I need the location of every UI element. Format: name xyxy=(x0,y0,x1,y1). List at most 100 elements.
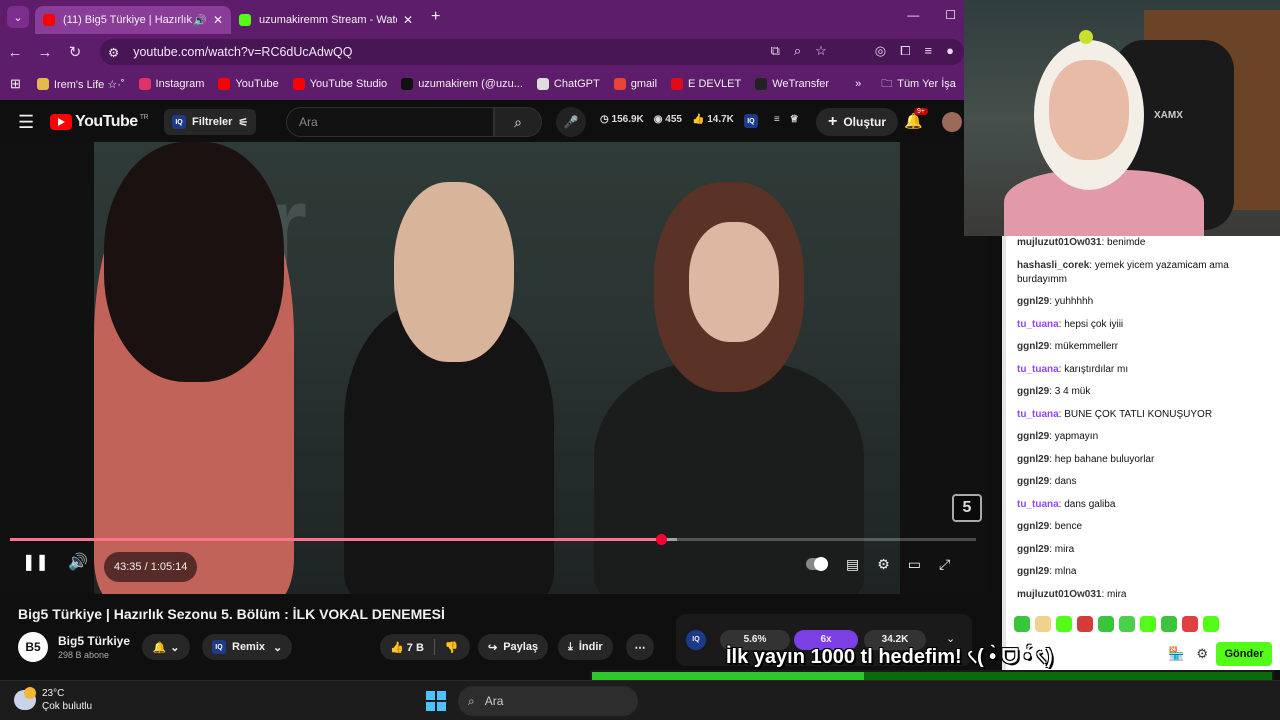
search-input[interactable]: Ara xyxy=(286,107,494,137)
subscription-bell-button[interactable]: 🔔 ⌄ xyxy=(142,634,190,660)
extensions-icon[interactable]: ⧠ xyxy=(900,43,910,59)
profile-icon[interactable]: ● xyxy=(946,43,954,59)
pause-icon[interactable]: ❚❚ xyxy=(22,552,49,572)
like-button[interactable]: 👍 7 B xyxy=(390,641,424,654)
store-icon[interactable]: 🏪 xyxy=(1168,646,1184,662)
list-icon[interactable]: ≡ xyxy=(774,114,780,128)
taskbar-search[interactable]: ⌕ Ara xyxy=(458,686,638,716)
chat-username[interactable]: ggnl29 xyxy=(1017,431,1049,442)
tab-youtube[interactable]: (11) Big5 Türkiye | Hazırlık S 🔊 ✕ xyxy=(35,6,231,34)
search-icon[interactable]: ⌕ xyxy=(494,107,542,137)
bookmark-star-icon[interactable]: ☆ xyxy=(815,43,827,59)
iq-icon[interactable]: IQ xyxy=(686,630,706,650)
tab-kick[interactable]: uzumakiremm Stream - Watch L ✕ xyxy=(231,6,421,34)
menu-icon[interactable]: ☰ xyxy=(18,112,34,133)
dislike-icon[interactable]: 👎 xyxy=(445,641,459,654)
theater-mode-icon[interactable]: ▭ xyxy=(908,556,921,573)
bookmark-item[interactable]: WeTransfer xyxy=(755,78,829,90)
minimize-icon[interactable]: — xyxy=(907,8,919,22)
new-tab-icon[interactable]: + xyxy=(431,8,440,26)
bookmark-item[interactable]: YouTube Studio xyxy=(292,78,387,90)
chat-username[interactable]: hashasli_corek xyxy=(1017,260,1089,271)
bookmark-item[interactable]: uzumakirem (@uzu... xyxy=(401,78,523,90)
back-icon[interactable]: ← xyxy=(0,44,30,61)
chat-username[interactable]: ggnl29 xyxy=(1017,544,1049,555)
notifications-icon[interactable]: 🔔 9+ xyxy=(904,108,928,130)
chat-username[interactable]: mujluzut01Ow031 xyxy=(1017,237,1101,248)
all-bookmarks[interactable]: 🗀 Tüm Yer İşa xyxy=(881,75,956,94)
close-tab-icon[interactable]: ✕ xyxy=(213,13,223,27)
more-actions-icon[interactable]: ⋯ xyxy=(626,634,654,660)
filters-button[interactable]: IQ Filtreler ⚟ xyxy=(164,109,257,135)
trophy-icon[interactable]: ♕ xyxy=(790,114,799,128)
chat-message: ggnl29: 3 4 mük xyxy=(1017,386,1091,397)
close-tab-icon[interactable]: ✕ xyxy=(403,13,413,27)
youtube-header: ☰ YouTube TR IQ Filtreler ⚟ Ara ⌕ 🎤 ◷ 15… xyxy=(0,100,964,144)
windows-start-icon[interactable] xyxy=(426,691,446,711)
emote-icon[interactable] xyxy=(1119,616,1135,632)
chat-username[interactable]: mujluzut01Ow031 xyxy=(1017,589,1101,600)
channel-avatar[interactable]: B5 xyxy=(18,632,48,662)
autoplay-toggle[interactable] xyxy=(806,557,828,571)
progress-bar[interactable] xyxy=(10,534,976,545)
fullscreen-icon[interactable]: ⤢ xyxy=(939,556,950,573)
settings-icon[interactable]: ⚙ xyxy=(877,556,890,573)
bookmark-item[interactable]: Instagram xyxy=(138,78,204,90)
media-icon[interactable]: ≡ xyxy=(925,43,933,59)
bookmark-item[interactable]: gmail xyxy=(613,78,657,90)
video-player[interactable]: ver 5 ❚❚ 🔊 43:35 / 1:05:14 ▤ ⚙ xyxy=(0,142,986,594)
audio-icon[interactable]: 🔊 xyxy=(193,14,207,27)
emote-icon[interactable] xyxy=(1203,616,1219,632)
chat-username[interactable]: ggnl29 xyxy=(1017,296,1049,307)
reload-icon[interactable]: ↻ xyxy=(60,43,90,61)
share-button[interactable]: ↪ Paylaş xyxy=(478,634,549,660)
emote-icon[interactable] xyxy=(1077,616,1093,632)
remix-button[interactable]: IQ Remix ⌄ xyxy=(202,634,293,660)
mic-icon[interactable]: 🎤 xyxy=(556,107,586,137)
settings-icon[interactable]: ⚙ xyxy=(1196,646,1208,662)
maximize-icon[interactable]: ☐ xyxy=(945,8,956,22)
chat-username[interactable]: ggnl29 xyxy=(1017,521,1049,532)
avatar[interactable] xyxy=(942,112,962,132)
emote-icon[interactable] xyxy=(1098,616,1114,632)
chat-username[interactable]: tu_tuana xyxy=(1017,319,1059,330)
volume-icon[interactable]: 🔊 xyxy=(68,552,88,572)
weather-widget[interactable]: 23°C Çok bulutlu xyxy=(14,687,92,713)
chat-username[interactable]: tu_tuana xyxy=(1017,409,1059,420)
emote-icon[interactable] xyxy=(1035,616,1051,632)
chat-username[interactable]: ggnl29 xyxy=(1017,454,1049,465)
bookmark-item[interactable]: Irem's Life ☆·˚ xyxy=(36,78,125,91)
bookmark-item[interactable]: YouTube xyxy=(218,78,279,90)
site-info-icon[interactable]: ⚙ xyxy=(108,45,119,60)
scrubber-handle[interactable] xyxy=(656,534,668,545)
zoom-icon[interactable]: ⌕ xyxy=(794,43,801,59)
more-bookmarks-icon[interactable]: » xyxy=(855,78,861,90)
youtube-logo[interactable]: YouTube TR xyxy=(50,113,149,131)
emote-icon[interactable] xyxy=(1014,616,1030,632)
bookmark-item[interactable]: E DEVLET xyxy=(671,78,741,90)
emote-icon[interactable] xyxy=(1056,616,1072,632)
channel-name[interactable]: Big5 Türkiye xyxy=(58,634,130,648)
address-bar[interactable]: ⚙ youtube.com/watch?v=RC6dUcAdwQQ ⧉ ⌕ ☆ … xyxy=(100,39,964,65)
emote-icon[interactable] xyxy=(1140,616,1156,632)
tab-search-icon[interactable]: ⌄ xyxy=(7,6,29,28)
chat-username[interactable]: ggnl29 xyxy=(1017,566,1049,577)
chat-username[interactable]: ggnl29 xyxy=(1017,476,1049,487)
download-button[interactable]: ⤓ İndir xyxy=(558,634,613,660)
chat-username[interactable]: tu_tuana xyxy=(1017,364,1059,375)
subtitles-icon[interactable]: ▤ xyxy=(846,556,859,573)
forward-icon[interactable]: → xyxy=(30,44,60,61)
chat-username[interactable]: ggnl29 xyxy=(1017,341,1049,352)
screenshot-icon[interactable]: ◎ xyxy=(875,43,886,59)
url-text[interactable]: youtube.com/watch?v=RC6dUcAdwQQ xyxy=(133,45,352,59)
apps-grid-icon[interactable]: ⊞ xyxy=(10,76,21,92)
emote-icon[interactable] xyxy=(1182,616,1198,632)
iq-icon[interactable]: IQ xyxy=(743,114,758,128)
cast-icon[interactable]: ⧉ xyxy=(771,43,780,59)
create-button[interactable]: + Oluştur xyxy=(816,108,899,136)
send-button[interactable]: Gönder xyxy=(1216,642,1272,666)
emote-icon[interactable] xyxy=(1161,616,1177,632)
chat-username[interactable]: ggnl29 xyxy=(1017,386,1049,397)
chat-username[interactable]: tu_tuana xyxy=(1017,499,1059,510)
bookmark-item[interactable]: ChatGPT xyxy=(536,78,600,90)
